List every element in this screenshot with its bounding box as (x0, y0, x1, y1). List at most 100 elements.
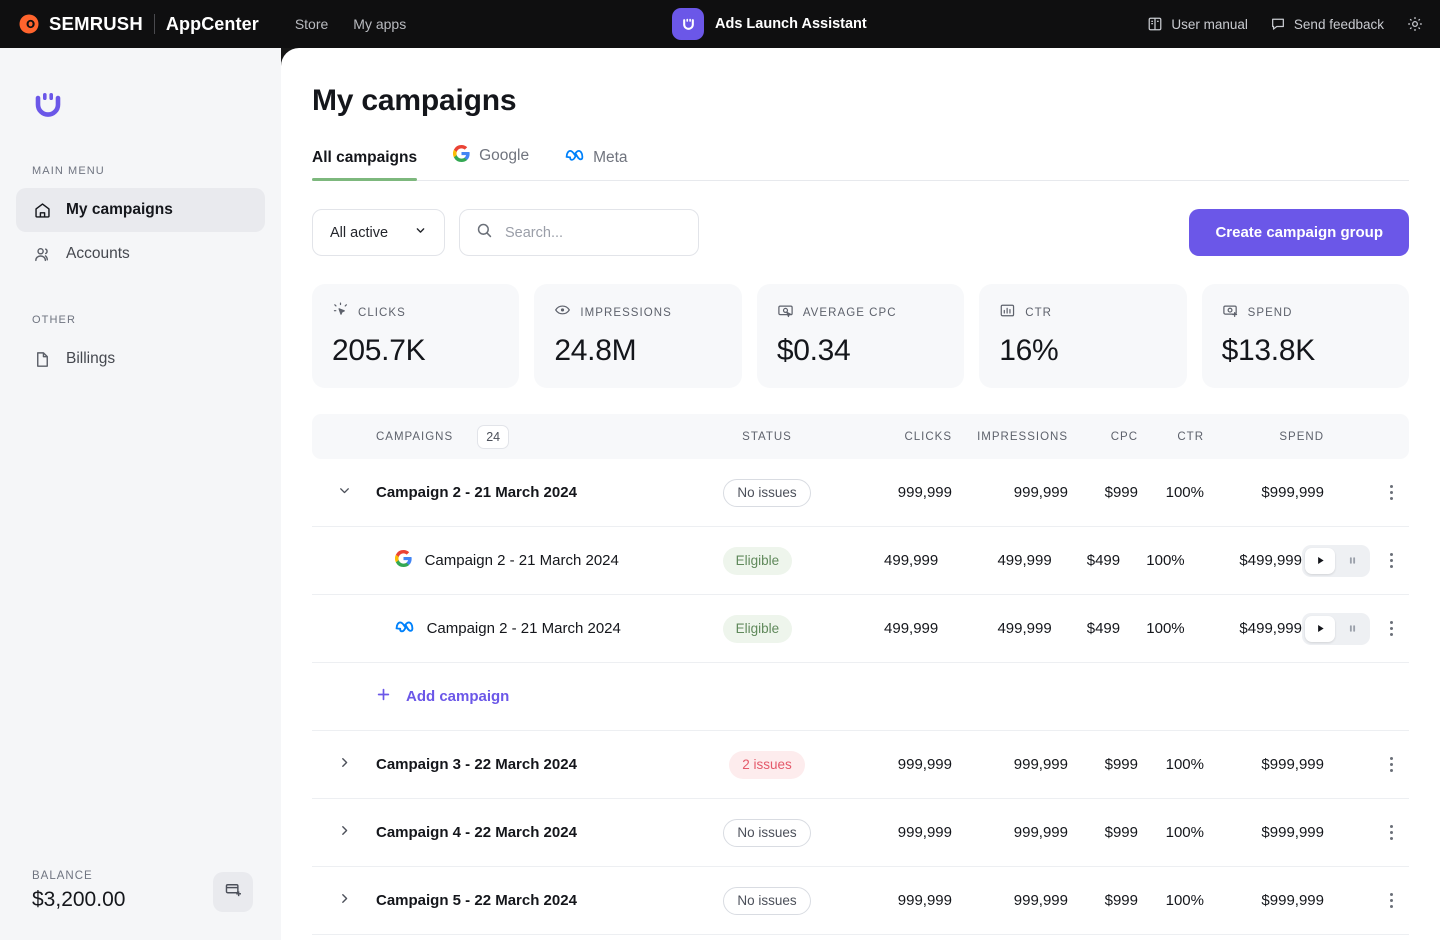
row-expander[interactable] (312, 483, 376, 502)
sidebar-item-billings[interactable]: Billings (16, 337, 265, 381)
add-campaign-button[interactable]: Add campaign (376, 687, 509, 706)
header-cpc: CPC (1068, 431, 1138, 443)
sidebar-group-main: My campaigns Accounts (0, 188, 281, 276)
create-campaign-group-button[interactable]: Create campaign group (1189, 209, 1409, 256)
kebab-menu-icon[interactable] (1386, 889, 1397, 912)
row-cpc: $999 (1068, 756, 1138, 773)
row-spend: $999,999 (1204, 484, 1324, 501)
user-manual-button[interactable]: User manual (1147, 16, 1248, 32)
row-impressions: 999,999 (952, 756, 1068, 773)
kebab-menu-icon[interactable] (1386, 753, 1397, 776)
kebab-menu-icon[interactable] (1386, 481, 1397, 504)
meta-icon (395, 620, 414, 637)
app-smile-icon (672, 8, 704, 40)
send-feedback-button[interactable]: Send feedback (1270, 16, 1384, 32)
page-title: My campaigns (281, 48, 1440, 118)
search-box[interactable] (459, 209, 699, 256)
row-cpc: $499 (1052, 620, 1120, 637)
status-badge: No issues (723, 479, 810, 507)
row-impressions: 499,999 (938, 620, 1051, 637)
semrush-logo[interactable]: SEMRUSH (18, 13, 143, 35)
topbar-nav-my-apps[interactable]: My apps (353, 16, 406, 32)
google-icon (453, 145, 470, 167)
topbar-divider (154, 14, 155, 34)
gear-icon[interactable] (1406, 15, 1424, 33)
row-name-cell: Campaign 5 - 22 March 2024 (376, 892, 692, 909)
row-impressions: 999,999 (952, 484, 1068, 501)
row-expander[interactable] (312, 755, 376, 774)
header-status: STATUS (692, 431, 842, 443)
topbar-nav-store[interactable]: Store (295, 16, 328, 32)
user-manual-label: User manual (1171, 17, 1248, 32)
kebab-menu-icon[interactable] (1386, 549, 1397, 572)
metric-card-spend: SPEND $13.8K (1202, 284, 1409, 388)
table-row[interactable]: Campaign 2 - 21 March 2024 Eligible 499,… (312, 527, 1409, 595)
sidebar-section-other: OTHER (0, 314, 281, 326)
kebab-menu-icon[interactable] (1386, 617, 1397, 640)
metric-head: AVERAGE CPC (777, 302, 944, 324)
play-pause-toggle[interactable] (1302, 545, 1370, 577)
sidebar-item-accounts[interactable]: Accounts (16, 232, 265, 276)
google-icon (395, 550, 412, 571)
metric-card-clicks: CLICKS 205.7K (312, 284, 519, 388)
row-campaign-name: Campaign 4 - 22 March 2024 (376, 824, 577, 841)
metric-value-spend: $13.8K (1222, 334, 1389, 368)
table-row[interactable]: Campaign 2 - 21 March 2024 Eligible 499,… (312, 595, 1409, 663)
play-icon[interactable] (1305, 548, 1335, 574)
row-ctr: 100% (1138, 756, 1204, 773)
metric-label-spend: SPEND (1248, 307, 1293, 319)
row-campaign-name: Campaign 5 - 22 March 2024 (376, 892, 577, 909)
search-input[interactable] (505, 225, 682, 241)
row-expander[interactable] (312, 823, 376, 842)
metric-label-clicks: CLICKS (358, 307, 406, 319)
appcenter-label[interactable]: AppCenter (166, 14, 259, 35)
header-clicks: CLICKS (842, 431, 952, 443)
search-icon (476, 222, 493, 244)
metric-head: IMPRESSIONS (554, 302, 721, 324)
pause-icon[interactable] (1337, 548, 1367, 574)
tab-all-campaigns[interactable]: All campaigns (312, 149, 417, 180)
row-name-cell: Campaign 2 - 21 March 2024 (375, 550, 684, 571)
table-row[interactable]: Campaign 3 - 22 March 2024 2 issues 999,… (312, 731, 1409, 799)
table-row[interactable]: Campaign 2 - 21 March 2024 No issues 999… (312, 459, 1409, 527)
row-impressions: 999,999 (952, 892, 1068, 909)
play-pause-toggle[interactable] (1302, 613, 1370, 645)
tab-google[interactable]: Google (453, 145, 529, 180)
play-icon[interactable] (1305, 616, 1335, 642)
metric-head: CLICKS (332, 302, 499, 324)
tab-google-label: Google (479, 147, 529, 165)
kebab-menu-icon[interactable] (1386, 821, 1397, 844)
header-spend: SPEND (1204, 431, 1324, 443)
sidebar-item-my-campaigns[interactable]: My campaigns (16, 188, 265, 232)
row-clicks: 999,999 (842, 756, 952, 773)
smile-logo-icon (30, 109, 66, 126)
metric-value-average-cpc: $0.34 (777, 334, 944, 368)
metric-card-impressions: IMPRESSIONS 24.8M (534, 284, 741, 388)
comment-icon (1270, 16, 1286, 32)
sidebar-logo[interactable] (0, 48, 281, 127)
row-impressions: 999,999 (952, 824, 1068, 841)
table-row[interactable]: Campaign 5 - 22 March 2024 No issues 999… (312, 867, 1409, 935)
topbar-right: User manual Send feedback (1147, 0, 1424, 48)
row-status-cell: No issues (692, 819, 842, 847)
sidebar-item-billings-label: Billings (66, 350, 115, 368)
table-row[interactable]: Campaign 4 - 22 March 2024 No issues 999… (312, 799, 1409, 867)
meta-icon (565, 148, 584, 167)
document-icon (32, 350, 52, 369)
row-actions (1324, 753, 1409, 776)
row-expander[interactable] (312, 891, 376, 910)
status-badge: 2 issues (729, 751, 805, 779)
row-clicks: 999,999 (842, 824, 952, 841)
chevron-right-icon (337, 823, 352, 842)
row-actions (1302, 545, 1409, 577)
metric-value-clicks: 205.7K (332, 334, 499, 368)
status-badge: No issues (723, 819, 810, 847)
tab-all-campaigns-label: All campaigns (312, 149, 417, 167)
tab-meta[interactable]: Meta (565, 148, 627, 180)
status-filter-select[interactable]: All active (312, 209, 445, 256)
sidebar-item-accounts-label: Accounts (66, 245, 130, 263)
add-funds-button[interactable] (213, 872, 253, 912)
row-name-cell: Campaign 3 - 22 March 2024 (376, 756, 692, 773)
pause-icon[interactable] (1337, 616, 1367, 642)
row-name-cell: Campaign 2 - 21 March 2024 (375, 620, 684, 637)
